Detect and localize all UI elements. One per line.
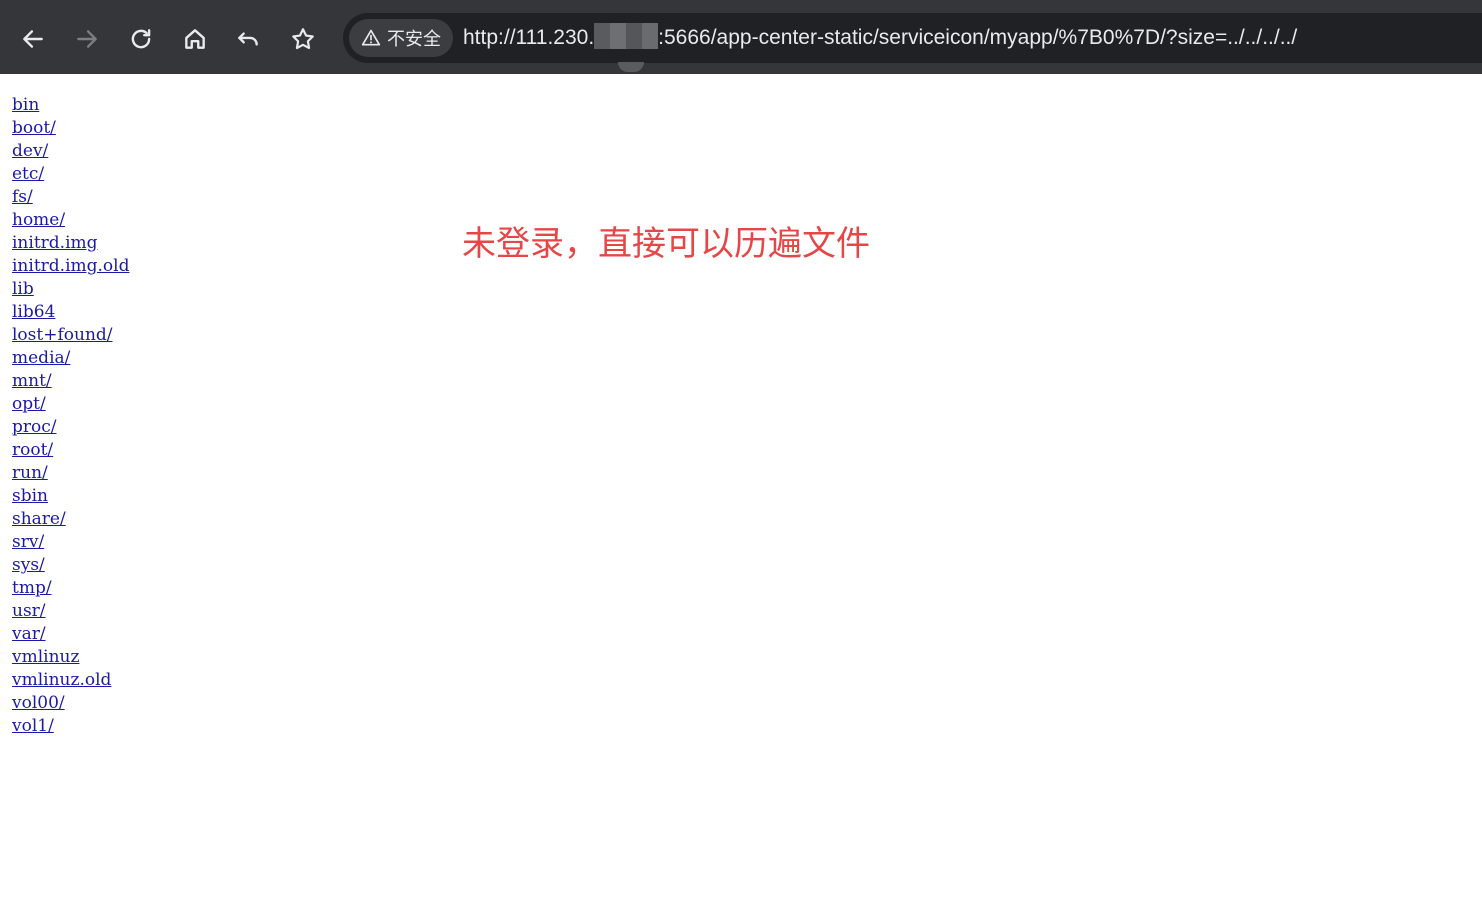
directory-entry-link[interactable]: initrd.img.old — [12, 256, 129, 276]
list-item: initrd.img — [12, 232, 129, 255]
directory-entry-link[interactable]: var/ — [12, 624, 46, 644]
undo-icon — [238, 32, 258, 46]
warning-triangle-icon — [361, 29, 381, 46]
directory-entry-link[interactable]: etc/ — [12, 164, 44, 184]
star-icon — [292, 28, 314, 50]
directory-entry-link[interactable]: home/ — [12, 210, 65, 230]
list-item: mnt/ — [12, 370, 129, 393]
list-item: share/ — [12, 508, 129, 531]
list-item: bin — [12, 94, 129, 117]
arrow-left-icon — [23, 30, 43, 48]
directory-entry-link[interactable]: usr/ — [12, 601, 46, 621]
list-item: sbin — [12, 485, 129, 508]
directory-entry-link[interactable]: run/ — [12, 463, 48, 483]
redacted-ip-segment — [594, 23, 659, 50]
directory-entry-link[interactable]: lost+found/ — [12, 325, 113, 345]
list-item: etc/ — [12, 163, 129, 186]
home-button[interactable] — [175, 19, 215, 59]
directory-entry-link[interactable]: srv/ — [12, 532, 44, 552]
reload-icon — [131, 29, 151, 49]
directory-entry-link[interactable]: sbin — [12, 486, 48, 506]
directory-entry-link[interactable]: share/ — [12, 509, 66, 529]
list-item: vmlinuz — [12, 646, 129, 669]
directory-entry-link[interactable]: sys/ — [12, 555, 45, 575]
list-item: opt/ — [12, 393, 129, 416]
list-item: initrd.img.old — [12, 255, 129, 278]
directory-entry-link[interactable]: vmlinuz — [12, 647, 79, 667]
directory-entry-link[interactable]: lib64 — [12, 302, 55, 322]
directory-entry-link[interactable]: mnt/ — [12, 371, 52, 391]
url-suffix: :5666/app-center-static/serviceicon/myap… — [658, 26, 1298, 49]
annotation-text: 未登录，直接可以历遍文件 — [462, 224, 870, 264]
directory-entry-link[interactable]: fs/ — [12, 187, 33, 207]
directory-entry-link[interactable]: bin — [12, 95, 39, 115]
list-item: vol00/ — [12, 692, 129, 715]
directory-entry-link[interactable]: vol1/ — [12, 716, 54, 736]
browser-toolbar: 不安全 http://111.230. :5666/app-center-stat… — [0, 0, 1482, 74]
list-item: fs/ — [12, 186, 129, 209]
directory-entry-link[interactable]: proc/ — [12, 417, 57, 437]
directory-entry-link[interactable]: boot/ — [12, 118, 56, 138]
security-label: 不安全 — [387, 29, 441, 50]
home-icon — [185, 29, 205, 49]
toolbar-drag-handle[interactable] — [618, 62, 644, 72]
directory-entry-link[interactable]: lib — [12, 279, 34, 299]
directory-entry-link[interactable]: media/ — [12, 348, 70, 368]
directory-entry-link[interactable]: vmlinuz.old — [12, 670, 111, 690]
bookmark-button[interactable] — [283, 19, 323, 59]
list-item: media/ — [12, 347, 129, 370]
list-item: lost+found/ — [12, 324, 129, 347]
forward-button[interactable] — [67, 19, 107, 59]
list-item: root/ — [12, 439, 129, 462]
undo-button[interactable] — [228, 19, 268, 59]
list-item: home/ — [12, 209, 129, 232]
list-item: lib — [12, 278, 129, 301]
address-bar[interactable]: 不安全 http://111.230. :5666/app-center-stat… — [343, 13, 1482, 63]
directory-entry-link[interactable]: dev/ — [12, 141, 48, 161]
list-item: proc/ — [12, 416, 129, 439]
list-item: sys/ — [12, 554, 129, 577]
list-item: vmlinuz.old — [12, 669, 129, 692]
url-text[interactable]: http://111.230. :5666/app-center-static/s… — [463, 13, 1297, 63]
list-item: run/ — [12, 462, 129, 485]
url-prefix: http://111.230. — [463, 26, 595, 49]
arrow-right-icon — [77, 30, 97, 48]
security-chip[interactable]: 不安全 — [349, 19, 453, 57]
back-button[interactable] — [13, 19, 53, 59]
list-item: lib64 — [12, 301, 129, 324]
directory-listing: bin boot/dev/etc/fs/home/initrd.img initrd… — [12, 94, 129, 738]
list-item: usr/ — [12, 600, 129, 623]
list-item: boot/ — [12, 117, 129, 140]
list-item: dev/ — [12, 140, 129, 163]
directory-entry-link[interactable]: root/ — [12, 440, 53, 460]
list-item: var/ — [12, 623, 129, 646]
list-item: vol1/ — [12, 715, 129, 738]
list-item: tmp/ — [12, 577, 129, 600]
directory-entry-link[interactable]: initrd.img — [12, 233, 98, 253]
list-item: srv/ — [12, 531, 129, 554]
directory-entry-link[interactable]: opt/ — [12, 394, 46, 414]
reload-button[interactable] — [121, 19, 161, 59]
directory-entry-link[interactable]: tmp/ — [12, 578, 52, 598]
directory-entry-link[interactable]: vol00/ — [12, 693, 65, 713]
